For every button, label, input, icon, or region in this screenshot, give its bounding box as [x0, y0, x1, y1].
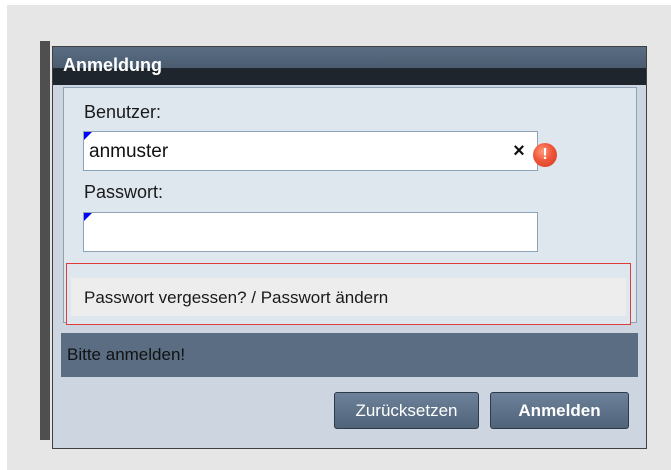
dialog-title: Anmeldung [53, 47, 646, 85]
username-label: Benutzer: [84, 102, 162, 122]
reset-button[interactable]: Zurücksetzen [334, 392, 479, 429]
dialog-shadow [40, 41, 50, 440]
login-dialog: Anmeldung Benutzer: anmuster × Passwort:… [52, 46, 647, 449]
password-links-box: Passwort vergessen? / Passwort ändern [66, 263, 631, 325]
password-label: Passwort: [84, 182, 164, 202]
status-message: Bitte anmelden! [67, 345, 186, 364]
required-marker [84, 213, 92, 221]
login-button[interactable]: Anmelden [490, 392, 629, 429]
username-value: anmuster [89, 141, 169, 162]
close-icon[interactable]: × [509, 141, 529, 161]
status-bar: Bitte anmelden! [61, 333, 638, 377]
password-field[interactable] [83, 212, 538, 252]
error-icon: ! [533, 143, 557, 167]
forgot-password-link[interactable]: Passwort vergessen? / Passwort ändern [84, 288, 388, 308]
username-field[interactable]: anmuster × [83, 131, 538, 171]
